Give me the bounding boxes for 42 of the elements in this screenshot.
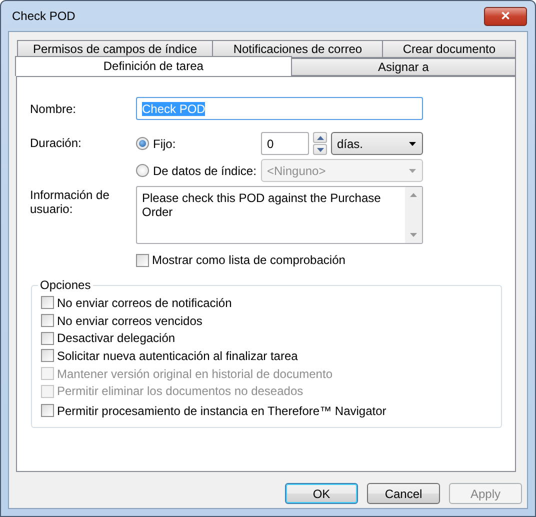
dialog-button[interactable]: Cancel: [367, 483, 440, 504]
radio-label: De datos de índice:: [153, 164, 256, 178]
checkbox[interactable]: [41, 314, 54, 328]
radio-label: Fijo:: [153, 136, 176, 150]
down-arrow-icon: [410, 233, 417, 237]
checkbox[interactable]: [41, 332, 54, 345]
dropdown-arrow-icon: [409, 142, 416, 146]
tab[interactable]: Crear documento: [382, 40, 516, 58]
checkbox-label: Solicitar nueva autenticación al finalizar tarea: [57, 348, 298, 363]
checkbox-label: No enviar correos de notificación: [57, 296, 232, 310]
unit-dropdown[interactable]: días.: [331, 132, 423, 155]
group-title: Opciones: [39, 278, 92, 292]
field-label: Duración:: [30, 135, 82, 150]
checkbox-label: Mostrar como lista de comprobación: [152, 253, 346, 267]
close-button[interactable]: ✕: [484, 6, 527, 26]
dropdown-arrow-icon: [409, 168, 416, 172]
checkbox[interactable]: [136, 254, 149, 266]
index-field-dropdown: <Ninguno>: [261, 159, 423, 182]
scrollbar[interactable]: [405, 187, 422, 243]
checkbox-label: Permitir procesamiento de instancia en Therefore™ Navigator: [57, 404, 386, 418]
tab[interactable]: Asignar a: [290, 58, 516, 76]
tab[interactable]: Notificaciones de correo: [212, 40, 384, 58]
tab[interactable]: Definición de tarea: [15, 56, 292, 76]
checkbox-label: No enviar correos vencidos: [57, 314, 202, 328]
checkbox-label: Desactivar delegación: [57, 331, 176, 346]
down-arrow-icon: [316, 148, 324, 152]
spin-down-button[interactable]: [313, 144, 327, 155]
up-arrow-icon: [410, 193, 417, 197]
checkbox-label: Permitir eliminar los documentos no deseados: [57, 384, 304, 398]
radio-button[interactable]: [136, 137, 149, 150]
user-info-textarea[interactable]: Please check this POD against the Purchase Order: [136, 186, 423, 244]
checkbox-label: Mantener versión original en historial de documento: [57, 366, 332, 381]
checkbox[interactable]: [41, 349, 54, 362]
field-label: Nombre:: [30, 102, 78, 116]
number-field[interactable]: 0: [261, 132, 309, 155]
checkbox[interactable]: [41, 296, 54, 310]
dialog-button[interactable]: OK: [285, 483, 358, 504]
field-label: Información de usuario:: [30, 187, 110, 216]
spin-up-button[interactable]: [313, 132, 327, 143]
window-title: Check POD: [12, 9, 76, 23]
up-arrow-icon: [316, 136, 324, 140]
checkbox[interactable]: [41, 404, 54, 418]
